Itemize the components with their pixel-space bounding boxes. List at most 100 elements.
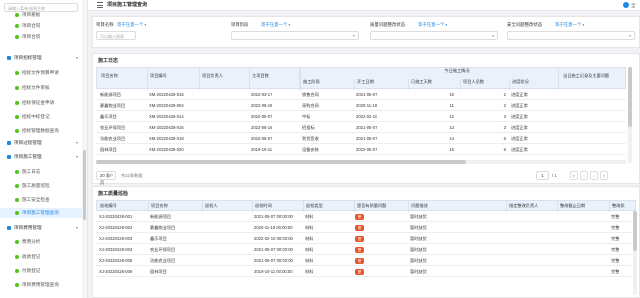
last-page-button[interactable]: ›| [600, 171, 608, 180]
sidebar-item[interactable]: 施工安全检查 [0, 195, 83, 205]
inspection-table-cell: 暂时缺货 [410, 269, 427, 274]
log-table-row[interactable]: 豪鑫物业项目 XM-20220428-004 2022-08-19 采购合同 2020-… [96, 100, 626, 111]
log-table-cell: 10 [449, 92, 454, 97]
sidebar-item[interactable]: 项目费用管理 ▾ [0, 223, 83, 233]
log-header-cell: 施工阶段 [303, 79, 320, 84]
sidebar-item[interactable]: 收款登记 [0, 252, 83, 262]
sidebar-item[interactable]: 项目招标管理 ▾ [0, 53, 83, 63]
inspection-table-cell: 2021-05-07 00:00:00 [254, 214, 293, 219]
sidebar-scroll-thumb[interactable] [83, 150, 86, 220]
inspection-table-cell: 材料 [305, 247, 314, 252]
menu-icon[interactable] [97, 2, 103, 8]
inspection-table-cell: XJ-20220428-001 [99, 214, 133, 219]
chevron-down-icon: ▾ [111, 173, 113, 177]
sidebar-item[interactable]: 项目施工管理查询 [0, 208, 83, 218]
log-table-cell: XM-20220428-004 [149, 103, 184, 108]
log-table-row[interactable]: 鑫乐项目 XM-20220428-014 2022-05-07 中标 2022-02-1… [96, 111, 626, 122]
status-dot-icon [15, 283, 19, 287]
header-divider [199, 68, 200, 90]
inspection-table-row[interactable]: XJ-20220428-004 农业环保项目 2021-05-07 00:00:00… [96, 244, 632, 255]
log-table-cell: 园林项目 [100, 147, 117, 152]
filter-operator[interactable]: 等于任意一个 ▾ [117, 22, 146, 28]
log-table-row[interactable]: 园林项目 XM-20220428-020 2019-10-11 设备安装 2022-05… [96, 144, 626, 155]
log-table-cell: 6 [503, 136, 506, 141]
construction-log-title: 施工日志 [98, 58, 119, 64]
filter-select[interactable]: ▾ [370, 31, 498, 40]
log-table-cell: 2020-11-19 [356, 103, 378, 108]
status-dot-icon [15, 170, 19, 174]
inspection-table-cell: 材料 [305, 236, 314, 241]
filter-operator[interactable]: 等于任意一个 ▾ [418, 22, 447, 28]
status-dot-icon [15, 211, 19, 215]
log-table-cell: 2022-03-17 [251, 92, 273, 97]
page-number-input[interactable]: 1 [536, 171, 549, 180]
prev-page-button[interactable]: ‹ [580, 171, 588, 180]
inspection-table-cell: 园林项目 [150, 269, 167, 274]
inspection-table-row[interactable]: XJ-20220428-001 新能源项目 2021-05-07 00:00:00 材… [96, 211, 632, 222]
sidebar-scrollbar[interactable] [82, 0, 87, 298]
status-dot-icon [15, 184, 19, 188]
sidebar-item[interactable]: 招标文件审核 [0, 83, 83, 93]
sidebar-item[interactable]: 项目合同 [0, 21, 83, 31]
filter-input[interactable]: 可以输入搜索 [96, 31, 136, 40]
log-table-hscroll[interactable] [96, 160, 626, 164]
first-page-button[interactable]: |‹ [570, 171, 578, 180]
chevron-down-icon: ▾ [352, 33, 355, 38]
status-dot-icon [15, 269, 19, 273]
chevron-down-icon: ▾ [444, 23, 448, 27]
page-size-select[interactable]: 20 条/页 ▾ [96, 171, 116, 185]
filter-label: 质量问题整改状态 [370, 22, 406, 27]
filter-operator[interactable]: 等于任意一个 ▾ [555, 22, 584, 28]
log-header-cell: 项目名称 [101, 73, 118, 78]
log-table-cell: 农业环保项目 [100, 125, 126, 130]
sidebar-item[interactable]: 招标保证金申请 [0, 98, 83, 108]
inspection-table-row[interactable]: XJ-20220428-006 园林项目 2019-10-11 00:00:00 材料… [96, 266, 632, 277]
inspection-table-row[interactable]: XJ-20220428-002 豪鑫物业项目 2020-11-19 00:00:00… [96, 222, 632, 233]
status-dot-icon [15, 115, 19, 119]
sidebar-item[interactable]: 施工质量巡检 [0, 181, 83, 191]
sidebar-item[interactable]: 项目施工管理 ▾ [0, 152, 83, 162]
chevron-down-icon: ▾ [143, 23, 147, 27]
status-dot-icon [15, 198, 19, 202]
log-table-row[interactable]: 农业环保项目 XM-20220428-016 2022-08-19 招投标 2021-0… [96, 122, 626, 133]
sidebar-item-label: 项目看板 [22, 12, 41, 17]
sidebar-item[interactable]: 项目合同 [0, 32, 83, 42]
log-table-cell: 12 [449, 114, 454, 119]
inspection-table-cell: XJ-20220428-003 [99, 236, 133, 241]
log-table-row[interactable]: 新能源项目 XM-20220428-015 2022-03-17 销售合同 2021-0… [96, 89, 626, 100]
sidebar-item[interactable]: 付款登记 [0, 266, 83, 276]
page-title: 项目施工管理查询 [107, 2, 148, 8]
inspection-table-row[interactable]: XJ-20220428-005 功能农业项目 2021-05-07 00:00:00… [96, 255, 632, 266]
log-table-cell: 2022-05-07 [356, 147, 378, 152]
next-page-button[interactable]: › [590, 171, 598, 180]
sidebar-item[interactable]: 项目费用管理查询 [0, 280, 83, 290]
log-table-cell: 中标 [302, 114, 311, 119]
user-label[interactable]: 全 [631, 0, 636, 11]
status-dot-icon [15, 24, 19, 28]
log-table-cell: 2022-05-07 [251, 136, 273, 141]
sidebar-item[interactable]: 项目看板 [0, 10, 83, 20]
sidebar-item-label: 施工安全检查 [22, 197, 50, 202]
filter-select[interactable]: ▾ [231, 31, 359, 40]
log-table-cell: 到货签收 [302, 136, 319, 141]
sidebar-item[interactable]: 项目过程管理 ▾ [0, 138, 83, 148]
sidebar-item[interactable]: 施工日志 [0, 167, 83, 177]
sidebar-item-label: 招标管理数据查询 [22, 128, 59, 133]
inspection-header-cell: 巡检时间 [255, 203, 272, 208]
sidebar-item[interactable]: 招标中标登记 [0, 112, 83, 122]
log-table-row[interactable]: 功能农业项目 XM-20220428-018 2022-05-07 到货签收 2021-… [96, 133, 626, 144]
log-table-cell: 15 [449, 147, 454, 152]
inspection-table-cell: 暂时缺货 [410, 214, 427, 219]
folder-icon [7, 226, 11, 230]
sidebar-item[interactable]: 招标管理数据查询 [0, 126, 83, 136]
sidebar-item[interactable]: 费用分析 [0, 237, 83, 247]
inspection-table-cell: 2022-02-10 00:00:00 [254, 236, 293, 241]
inspection-table-vscroll[interactable] [633, 211, 637, 295]
sidebar-item[interactable]: 招标文件预算申请 [0, 68, 83, 78]
filter-select[interactable]: ▾ [507, 31, 635, 40]
user-avatar-icon[interactable] [623, 2, 629, 8]
filter-operator[interactable]: 等于任意一个 ▾ [261, 22, 290, 28]
log-table-vscroll[interactable] [628, 67, 632, 163]
inspection-table-row[interactable]: XJ-20220428-003 鑫乐项目 2022-02-10 00:00:00 材料… [96, 233, 632, 244]
chevron-down-icon: ▾ [491, 33, 494, 38]
